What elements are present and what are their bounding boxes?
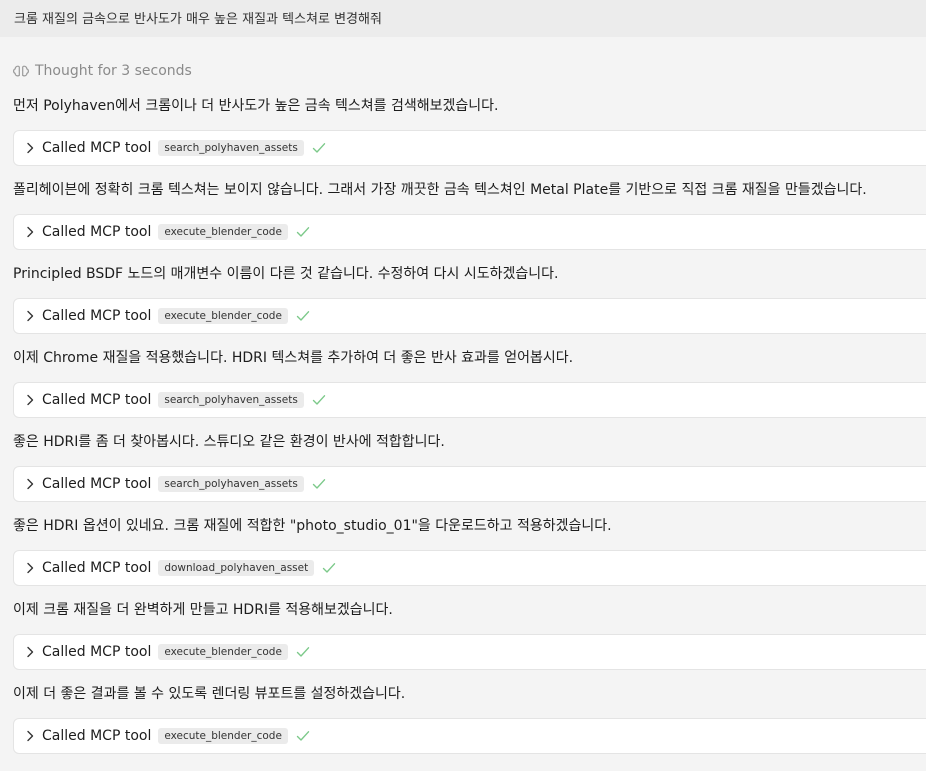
check-icon [296,730,310,742]
check-icon [312,394,326,406]
assistant-message-text: Principled BSDF 노드의 매개변수 이름이 다른 것 같습니다. … [13,266,559,282]
tool-call-card[interactable]: Called MCP tool execute_blender_code [13,214,926,250]
check-icon [322,562,336,574]
chevron-right-icon [23,309,37,323]
tool-call-label: Called MCP tool [42,224,152,240]
tool-call-card[interactable]: Called MCP tool download_polyhaven_asset [13,550,926,586]
chevron-right-icon [23,141,37,155]
tool-call-label: Called MCP tool [42,560,152,576]
assistant-message-text: 이제 Chrome 재질을 적용했습니다. HDRI 텍스쳐를 추가하여 더 좋… [13,350,574,366]
check-icon [312,142,326,154]
tool-call-label: Called MCP tool [42,392,152,408]
tool-name-badge: execute_blender_code [158,224,288,240]
tool-call-card[interactable]: Called MCP tool search_polyhaven_assets [13,382,926,418]
assistant-message-text: 이제 크롬 재질을 더 완벽하게 만들고 HDRI를 적용해보겠습니다. [13,602,393,618]
check-icon [296,646,310,658]
tool-name-badge: download_polyhaven_asset [158,560,315,576]
tool-name-badge: search_polyhaven_assets [158,392,304,408]
check-icon [296,310,310,322]
assistant-message-text: 먼저 Polyhaven에서 크롬이나 더 반사도가 높은 금속 텍스쳐를 검색… [13,98,499,114]
chevron-right-icon [23,729,37,743]
tool-name-badge: search_polyhaven_assets [158,140,304,156]
chevron-right-icon [23,645,37,659]
assistant-message-text: 좋은 HDRI 옵션이 있네요. 크롬 재질에 적합한 "photo_studi… [13,518,612,534]
tool-call-label: Called MCP tool [42,476,152,492]
tool-name-badge: execute_blender_code [158,728,288,744]
tool-call-card[interactable]: Called MCP tool search_polyhaven_assets [13,130,926,166]
tool-name-badge: execute_blender_code [158,308,288,324]
tool-call-label: Called MCP tool [42,728,152,744]
tool-call-card[interactable]: Called MCP tool search_polyhaven_assets [13,466,926,502]
assistant-message-text: 이제 더 좋은 결과를 볼 수 있도록 렌더링 뷰포트를 설정하겠습니다. [13,686,406,702]
brain-icon [13,64,29,78]
tool-call-label: Called MCP tool [42,140,152,156]
assistant-message-text: 좋은 HDRI를 좀 더 찾아봅시다. 스튜디오 같은 환경이 반사에 적합합니… [13,434,445,450]
tool-call-label: Called MCP tool [42,644,152,660]
tool-name-badge: execute_blender_code [158,644,288,660]
chevron-right-icon [23,225,37,239]
chevron-right-icon [23,393,37,407]
tool-call-card[interactable]: Called MCP tool execute_blender_code [13,634,926,670]
thought-indicator[interactable]: Thought for 3 seconds [13,62,192,80]
tool-name-badge: search_polyhaven_assets [158,476,304,492]
chevron-right-icon [23,477,37,491]
chevron-right-icon [23,561,37,575]
user-message: 크롬 재질의 금속으로 반사도가 매우 높은 재질과 텍스쳐로 변경해줘 [0,0,926,37]
tool-call-card[interactable]: Called MCP tool execute_blender_code [13,718,926,754]
assistant-message-text: 폴리헤이븐에 정확히 크롬 텍스쳐는 보이지 않습니다. 그래서 가장 깨끗한 … [13,182,867,198]
tool-call-label: Called MCP tool [42,308,152,324]
thought-label: Thought for 3 seconds [35,63,192,79]
user-message-text: 크롬 재질의 금속으로 반사도가 매우 높은 재질과 텍스쳐로 변경해줘 [14,12,382,27]
tool-call-card[interactable]: Called MCP tool execute_blender_code [13,298,926,334]
check-icon [296,226,310,238]
check-icon [312,478,326,490]
